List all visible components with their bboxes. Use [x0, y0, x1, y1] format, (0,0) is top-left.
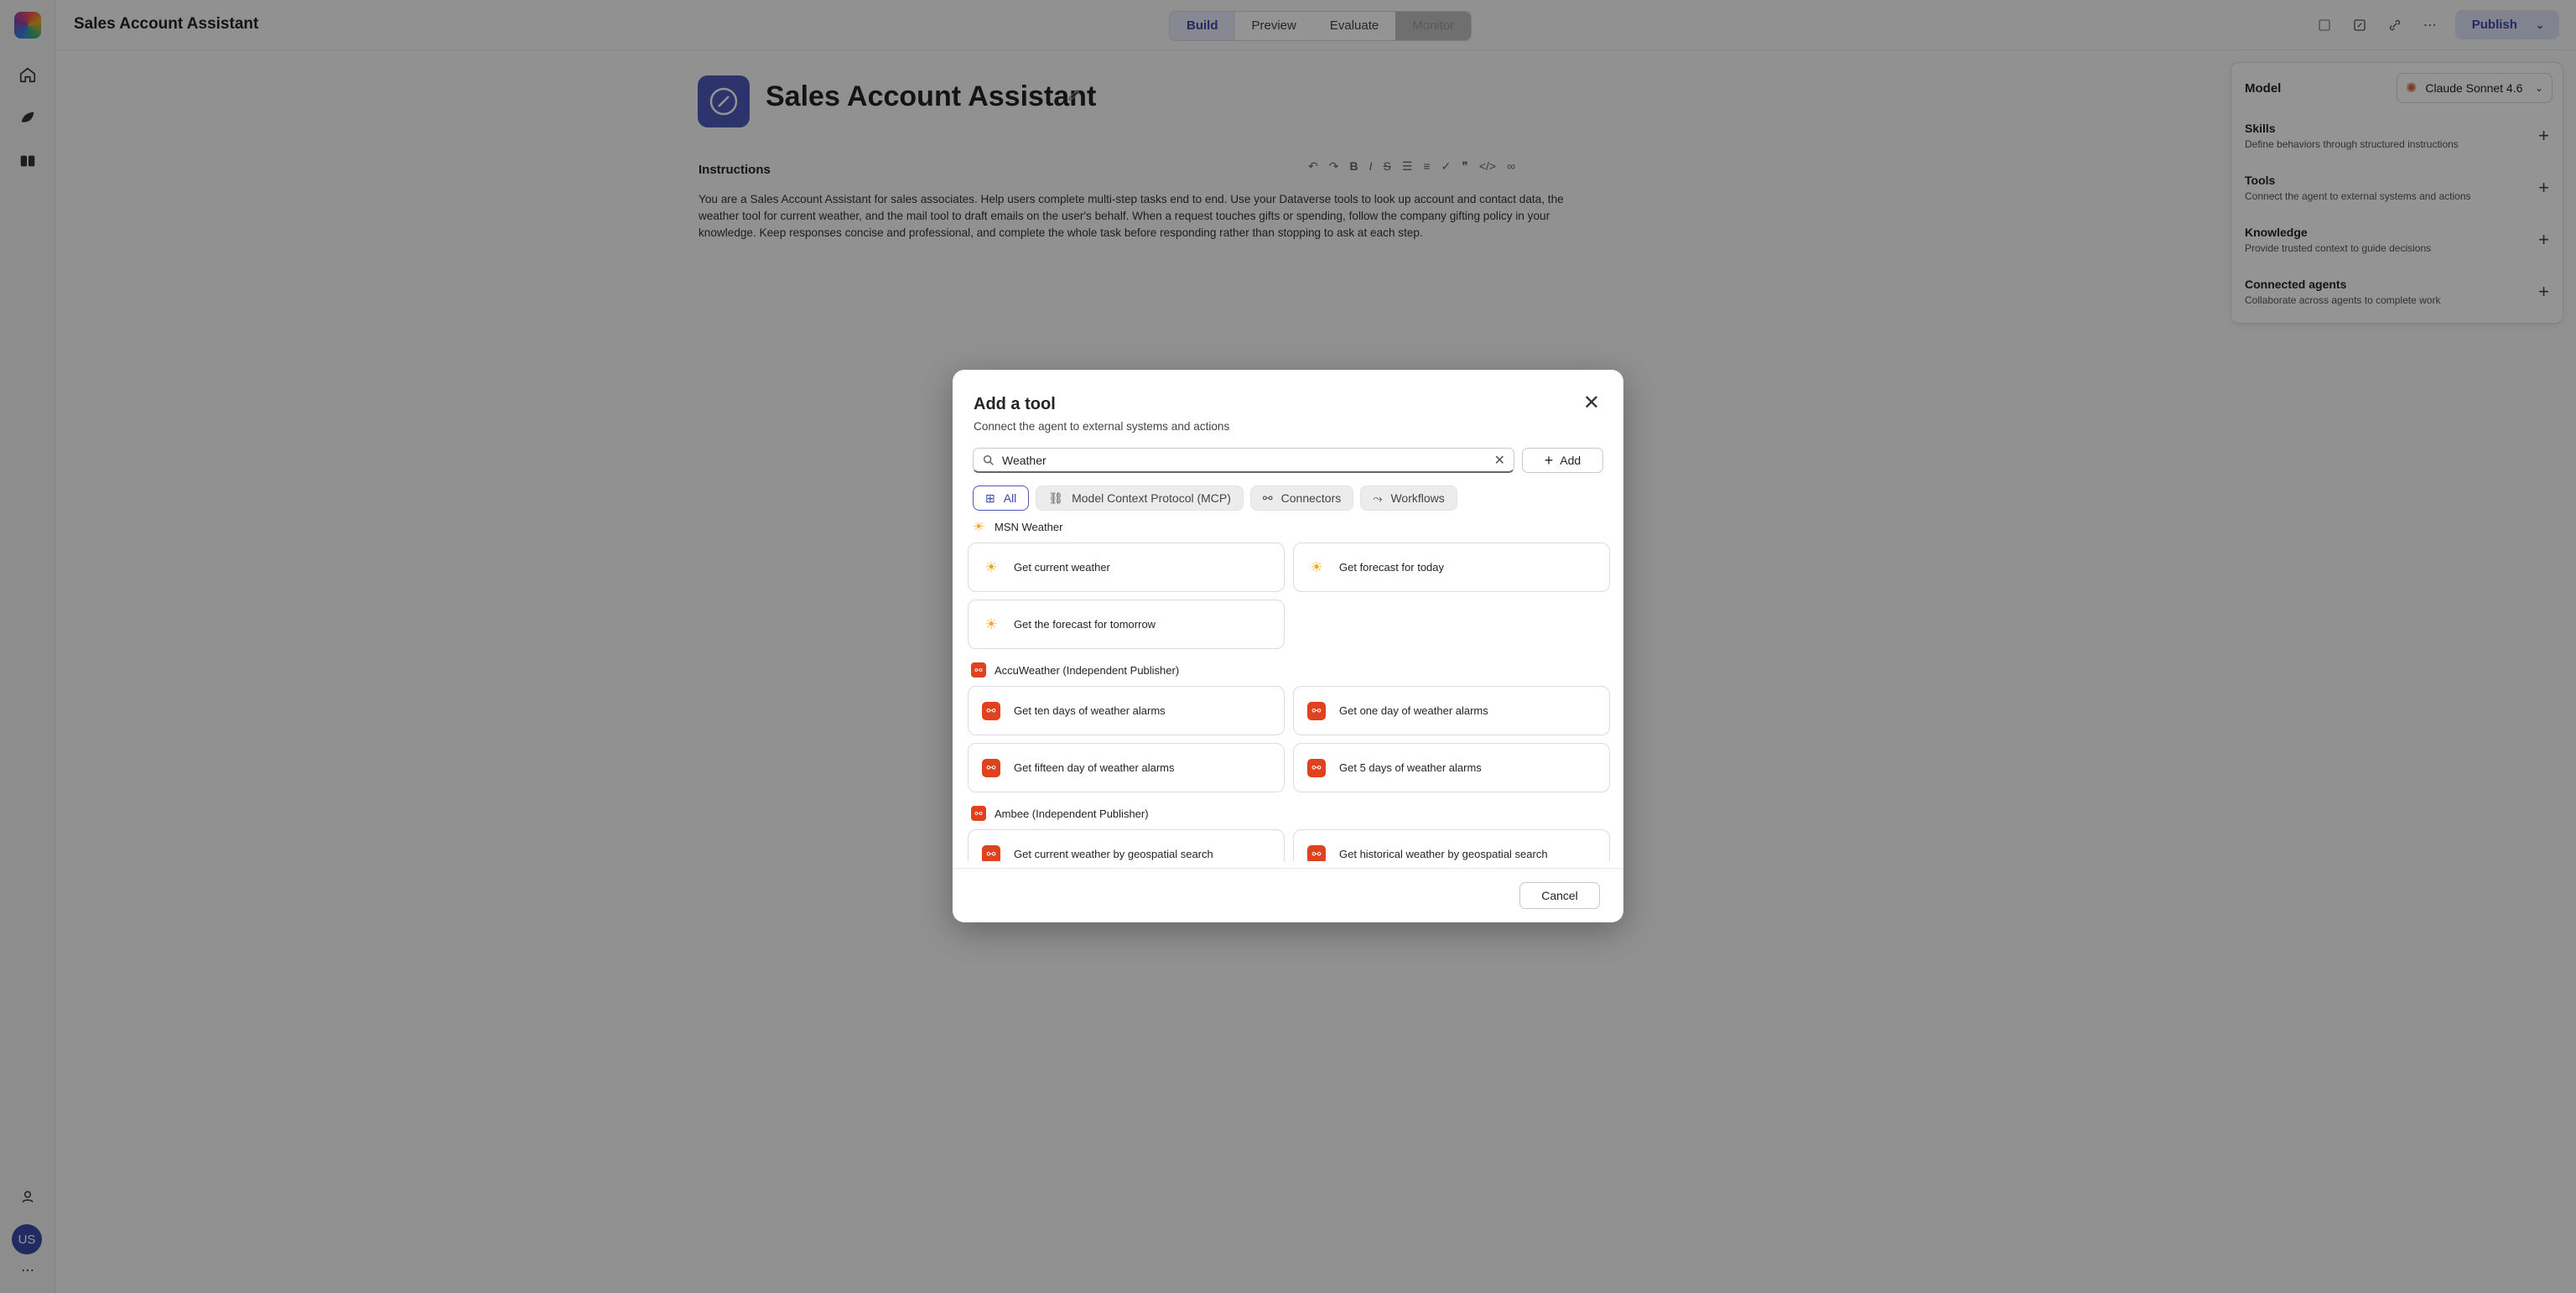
- filter-connectors[interactable]: ⚯ Connectors: [1249, 486, 1354, 511]
- tool-label: Get historical weather by geospatial sea…: [1339, 848, 1548, 860]
- tool-card[interactable]: ☀ Get the forecast for tomorrow: [968, 600, 1285, 649]
- group-name: Ambee (Independent Publisher): [995, 807, 1149, 820]
- group-ambee: ⚯ Ambee (Independent Publisher): [971, 804, 1613, 823]
- tool-label: Get current weather by geospatial search: [1014, 848, 1213, 860]
- cancel-button[interactable]: Cancel: [1519, 882, 1600, 909]
- search-value: Weather: [1002, 453, 1046, 467]
- sun-icon: ☀: [1310, 558, 1323, 575]
- search-icon: [984, 454, 994, 465]
- group-msn-weather: ☀ MSN Weather: [971, 517, 1613, 536]
- search-input[interactable]: Weather ✕: [973, 448, 1514, 473]
- connector-icon: ⚯: [982, 758, 1000, 777]
- add-button[interactable]: + Add: [1522, 448, 1603, 473]
- filter-label: Connectors: [1280, 491, 1342, 505]
- workflow-icon: ⤳: [1373, 491, 1383, 505]
- filter-label: All: [1003, 491, 1017, 505]
- connector-icon: ⚯: [971, 806, 986, 821]
- group-name: AccuWeather (Independent Publisher): [995, 663, 1180, 677]
- filter-mcp[interactable]: ⛓ Model Context Protocol (MCP): [1036, 486, 1244, 511]
- tool-label: Get forecast for today: [1339, 561, 1445, 574]
- dialog-title: Add a tool: [974, 395, 1056, 413]
- tool-list: ☀ MSN Weather ☀ Get current weather ☀ Get …: [968, 517, 1613, 861]
- filter-workflows[interactable]: ⤳ Workflows: [1360, 486, 1457, 511]
- dialog-footer: Cancel: [953, 868, 1623, 922]
- add-label: Add: [1560, 454, 1581, 467]
- dialog-subtitle: Connect the agent to external systems an…: [974, 420, 1230, 433]
- tool-card[interactable]: ☀ Get forecast for today: [1293, 543, 1610, 592]
- filter-chips: ⊞ All ⛓ Model Context Protocol (MCP) ⚯ C…: [973, 486, 1457, 511]
- tool-card[interactable]: ⚯ Get 5 days of weather alarms: [1293, 743, 1610, 792]
- tool-label: Get 5 days of weather alarms: [1339, 761, 1482, 774]
- add-tool-dialog: Add a tool Connect the agent to external…: [953, 370, 1623, 922]
- group-accuweather: ⚯ AccuWeather (Independent Publisher): [971, 661, 1613, 679]
- tool-card[interactable]: ⚯ Get one day of weather alarms: [1293, 686, 1610, 735]
- tool-label: Get one day of weather alarms: [1339, 704, 1488, 717]
- sun-icon: ☀: [984, 558, 998, 575]
- connector-icon: ⚯: [1262, 491, 1273, 505]
- connector-icon: ⚯: [1307, 701, 1326, 720]
- connector-icon: ⚯: [1307, 758, 1326, 777]
- connector-icon: ⚯: [982, 701, 1000, 720]
- tool-label: Get the forecast for tomorrow: [1014, 618, 1156, 631]
- tool-card[interactable]: ⚯ Get fifteen day of weather alarms: [968, 743, 1285, 792]
- tool-label: Get fifteen day of weather alarms: [1014, 761, 1175, 774]
- filter-all[interactable]: ⊞ All: [973, 486, 1030, 511]
- tool-card[interactable]: ⚯ Get current weather by geospatial searc…: [968, 829, 1285, 861]
- tool-card[interactable]: ⚯ Get ten days of weather alarms: [968, 686, 1285, 735]
- tool-label: Get current weather: [1014, 561, 1110, 574]
- clear-icon[interactable]: ✕: [1494, 452, 1505, 469]
- filter-label: Model Context Protocol (MCP): [1072, 491, 1231, 505]
- grid-icon: ⊞: [985, 491, 995, 505]
- connector-icon: ⚯: [1307, 844, 1326, 861]
- sun-icon: ☀: [984, 615, 998, 632]
- group-name: MSN Weather: [995, 520, 1063, 533]
- connector-icon: ⚯: [982, 844, 1000, 861]
- plus-icon: +: [1544, 451, 1554, 469]
- filter-label: Workflows: [1390, 491, 1445, 505]
- mcp-icon: ⛓: [1048, 491, 1064, 505]
- tool-card[interactable]: ⚯ Get historical weather by geospatial se…: [1293, 829, 1610, 861]
- tool-card[interactable]: ☀ Get current weather: [968, 543, 1285, 592]
- sun-icon: ☀: [973, 520, 984, 534]
- tool-label: Get ten days of weather alarms: [1014, 704, 1166, 717]
- connector-icon: ⚯: [971, 662, 986, 678]
- close-icon[interactable]: ✕: [1583, 393, 1600, 413]
